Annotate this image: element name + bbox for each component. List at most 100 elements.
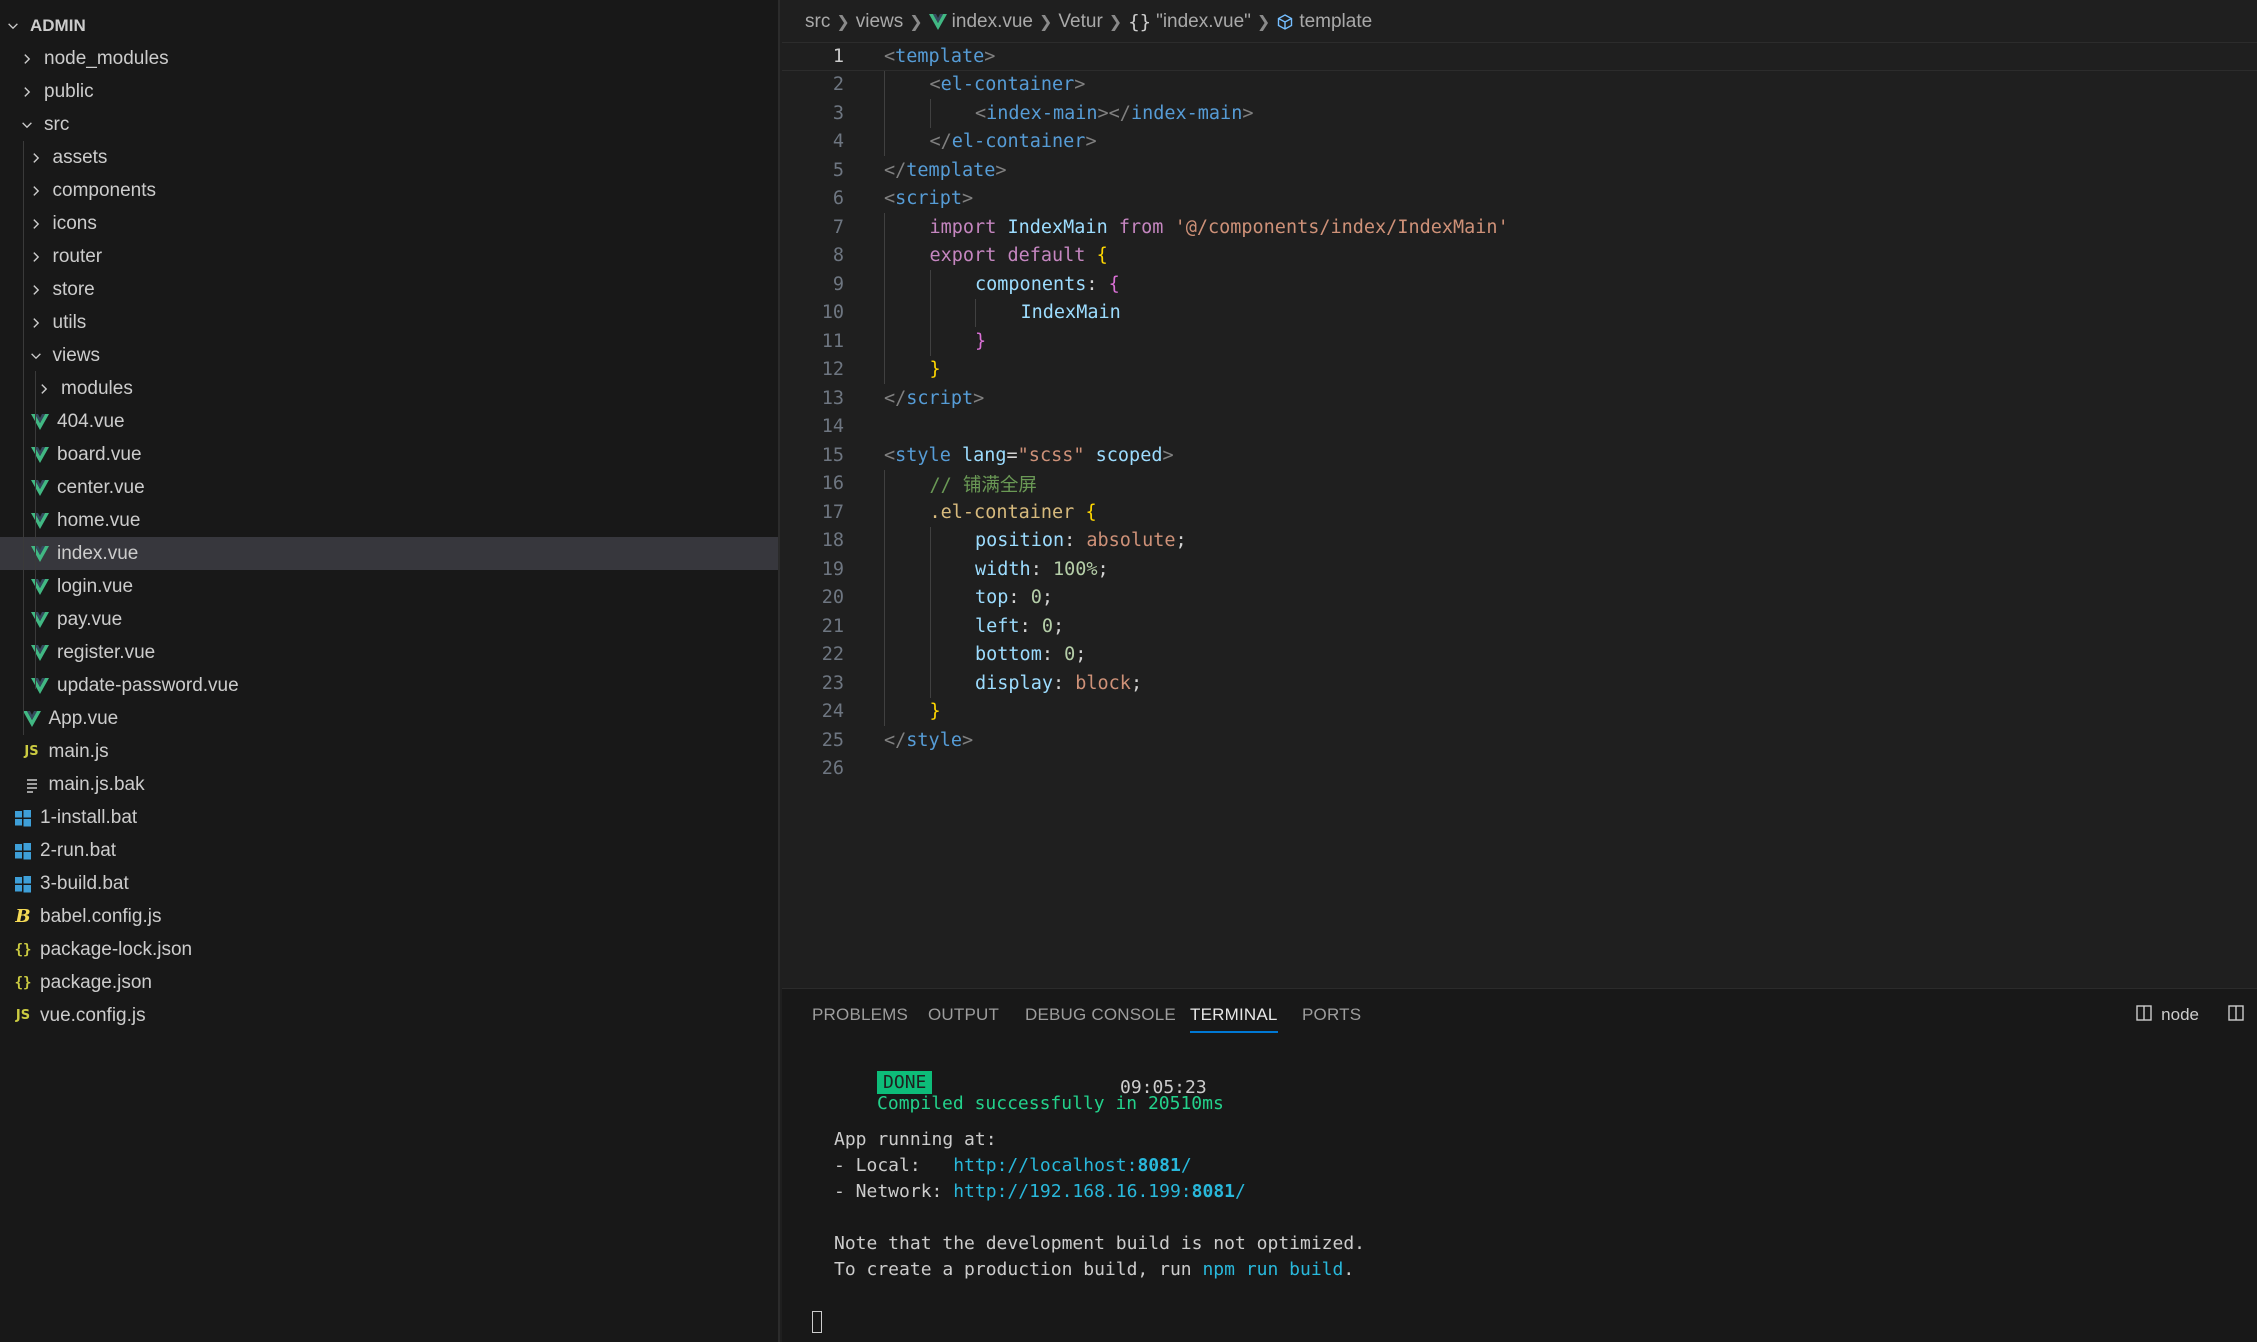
code-token: block — [1075, 672, 1131, 694]
tab-terminal[interactable]: TERMINAL — [1190, 989, 1278, 1041]
file-item[interactable]: JS vue.config.js — [0, 999, 778, 1032]
code-token: : — [1041, 644, 1065, 666]
code-line[interactable]: 20 top: 0; — [782, 583, 2257, 612]
code-line[interactable]: 17 .el-container { — [782, 498, 2257, 527]
compile-time: 09:05:23 — [1120, 1077, 1207, 1098]
code-line[interactable]: 22 bottom: 0; — [782, 640, 2257, 669]
code-line[interactable]: 7 import IndexMain from '@/components/ind… — [782, 213, 2257, 242]
file-item[interactable]: Bbabel.config.js — [0, 900, 778, 933]
code-line[interactable]: 13 </script> — [782, 384, 2257, 413]
indent-guide — [884, 697, 885, 726]
file-item[interactable]: login.vue — [0, 570, 778, 603]
code-line[interactable]: 16 // 铺满全屏 — [782, 469, 2257, 498]
folder-item[interactable]: public — [0, 75, 778, 108]
tree-item-label: login.vue — [57, 575, 134, 597]
tree-item-label: modules — [61, 377, 133, 399]
indent-guide — [884, 70, 885, 99]
file-item[interactable]: home.vue — [0, 504, 778, 537]
folder-item[interactable]: src — [0, 108, 778, 141]
file-item[interactable]: center.vue — [0, 471, 778, 504]
file-item[interactable]: 3-build.bat — [0, 867, 778, 900]
breadcrumb-views[interactable]: views — [856, 11, 904, 33]
code-token: IndexMain — [1007, 216, 1119, 238]
breadcrumb-file[interactable]: index.vue — [952, 11, 1033, 33]
file-item[interactable]: 1-install.bat — [0, 801, 778, 834]
folder-item[interactable]: assets — [0, 141, 778, 174]
file-item[interactable]: {} package.json — [0, 966, 778, 999]
code-line[interactable]: 11} — [782, 327, 2257, 356]
file-item[interactable]: board.vue — [0, 438, 778, 471]
folder-item[interactable]: utils — [0, 306, 778, 339]
code-line[interactable]: 15 <style lang="scss" scoped> — [782, 441, 2257, 470]
folder-item[interactable]: components — [0, 174, 778, 207]
indent-guide — [884, 526, 885, 555]
indent-guide — [884, 127, 885, 156]
code-line[interactable]: 4 </el-container> — [782, 127, 2257, 156]
code-line[interactable]: 6 <script> — [782, 185, 2257, 214]
code-line[interactable]: 24} — [782, 697, 2257, 726]
code-text: IndexMain — [1021, 302, 1121, 323]
folder-item[interactable]: icons — [0, 207, 778, 240]
tab-output[interactable]: OUTPUT — [928, 989, 999, 1041]
note2-period: . — [1343, 1259, 1355, 1280]
chevron-down-icon — [18, 116, 36, 134]
explorer-root-label: ADMIN — [30, 15, 86, 35]
file-item[interactable]: App.vue — [0, 702, 778, 735]
split-terminal-icon[interactable] — [2227, 1004, 2245, 1027]
code-line[interactable]: 8 export default { — [782, 241, 2257, 270]
tab-problems[interactable]: PROBLEMS — [812, 989, 908, 1041]
code-text: <template> — [884, 46, 995, 67]
folder-item[interactable]: store — [0, 273, 778, 306]
folder-item[interactable]: modules — [0, 372, 778, 405]
code-line[interactable]: 3 <index-main></index-main> — [782, 99, 2257, 128]
code-line[interactable]: 10 IndexMain — [782, 298, 2257, 327]
tab-ports[interactable]: PORTS — [1302, 989, 1361, 1041]
code-line[interactable]: 2 <el-container> — [782, 70, 2257, 99]
terminal-output[interactable]: DONE Compiled successfully in 20510ms 09… — [782, 1041, 2257, 1341]
code-line[interactable]: 21 left: 0; — [782, 612, 2257, 641]
network-label: - Network: — [834, 1181, 954, 1202]
network-url-host: http://192.168.16.199: — [953, 1181, 1192, 1202]
code-text: <style lang="scss" scoped> — [884, 445, 1174, 466]
folder-item[interactable]: node_modules — [0, 42, 778, 75]
tab-debug-console[interactable]: DEBUG CONSOLE — [1025, 989, 1176, 1041]
file-item[interactable]: update-password.vue — [0, 669, 778, 702]
code-line[interactable]: 19 width: 100%; — [782, 555, 2257, 584]
network-url[interactable]: http://192.168.16.199:8081/ — [953, 1181, 1246, 1202]
folder-item[interactable]: views — [0, 339, 778, 372]
code-line[interactable]: 9 components: { — [782, 270, 2257, 299]
indent-guide — [884, 555, 885, 584]
breadcrumb-src[interactable]: src — [805, 11, 830, 33]
file-item[interactable]: 2-run.bat — [0, 834, 778, 867]
vue-file-icon — [31, 643, 49, 663]
tree-item-label: 1-install.bat — [40, 806, 138, 828]
code-line[interactable]: 14 — [782, 413, 2257, 442]
file-item[interactable]: index.vue — [0, 537, 778, 570]
line-number: 12 — [821, 359, 844, 381]
code-line[interactable]: 25 </style> — [782, 726, 2257, 755]
file-item[interactable]: main.js.bak — [0, 768, 778, 801]
code-token: top — [975, 587, 1009, 609]
local-url[interactable]: http://localhost:8081/ — [953, 1155, 1191, 1176]
line-number: 8 — [832, 245, 844, 267]
code-line[interactable]: 5 </template> — [782, 156, 2257, 185]
text-file-icon — [23, 775, 41, 795]
code-line[interactable]: 23 display: block; — [782, 669, 2257, 698]
code-line[interactable]: 18 position: absolute; — [782, 526, 2257, 555]
file-item[interactable]: 404.vue — [0, 405, 778, 438]
breadcrumb-vetur[interactable]: Vetur — [1058, 11, 1102, 33]
indent-guide — [929, 298, 931, 327]
file-item[interactable]: register.vue — [0, 636, 778, 669]
code-line[interactable]: 12} — [782, 355, 2257, 384]
code-line[interactable]: 1 <template> — [782, 42, 2257, 71]
breadcrumb-symbol[interactable]: "index.vue" — [1156, 11, 1251, 33]
terminal-layout-icon[interactable] — [2135, 1004, 2153, 1027]
code-line[interactable]: 26 — [782, 755, 2257, 784]
folder-item[interactable]: router — [0, 240, 778, 273]
terminal-name[interactable]: node — [2161, 1005, 2199, 1025]
file-item[interactable]: JS main.js — [0, 735, 778, 768]
file-item[interactable]: pay.vue — [0, 603, 778, 636]
breadcrumb-template[interactable]: template — [1299, 11, 1372, 33]
file-item[interactable]: {} package-lock.json — [0, 933, 778, 966]
explorer-root[interactable]: ADMIN — [0, 9, 778, 42]
